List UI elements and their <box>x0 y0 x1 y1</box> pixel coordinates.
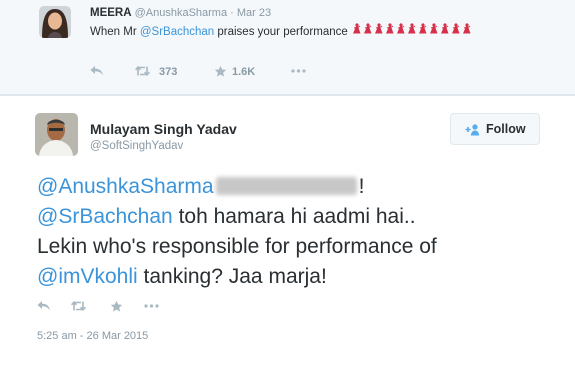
main-tweet-actions <box>37 300 237 316</box>
reply-icon[interactable] <box>37 300 51 315</box>
parent-tweet-header: MEERA @AnushkaSharma · Mar 23 <box>90 7 271 19</box>
dancer-emoji-icon <box>407 23 416 40</box>
timestamp[interactable]: 5:25 am - 26 Mar 2015 <box>37 330 148 342</box>
follow-button[interactable]: Follow <box>450 113 540 145</box>
text-segment: Lekin who's responsible for performance … <box>37 235 437 258</box>
author-name[interactable]: Mulayam Singh Yadav <box>90 121 237 137</box>
favorite-count: 1.6K <box>232 66 256 78</box>
blurred-text <box>215 177 357 195</box>
follow-label: Follow <box>486 122 526 136</box>
mulayam-avatar[interactable] <box>35 113 78 156</box>
mention-link[interactable]: @imVkohli <box>37 265 138 288</box>
more-icon[interactable] <box>143 300 160 315</box>
parent-tweet: MEERA @AnushkaSharma · Mar 23 When Mr @S… <box>0 0 575 95</box>
parent-tweet-text: When Mr @SrBachchan praises your perform… <box>90 23 560 40</box>
star-icon[interactable] <box>110 300 123 316</box>
reply-icon[interactable] <box>90 65 104 80</box>
emoji-row <box>351 23 472 40</box>
dancer-emoji-icon <box>385 23 394 40</box>
retweet-icon[interactable] <box>70 300 87 315</box>
author-handle[interactable]: @SoftSinghYadav <box>90 140 183 152</box>
separator: · <box>230 7 234 19</box>
text-segment: tanking? Jaa marja! <box>137 265 327 288</box>
author-name[interactable]: MEERA <box>90 7 132 19</box>
meera-avatar[interactable] <box>39 6 71 38</box>
dancer-emoji-icon <box>418 23 427 40</box>
dancer-emoji-icon <box>440 23 449 40</box>
mention-link[interactable]: @SrBachchan <box>37 205 173 228</box>
add-user-icon <box>464 123 480 136</box>
author-handle[interactable]: @AnushkaSharma <box>135 7 228 19</box>
dancer-emoji-icon <box>352 23 361 40</box>
dancer-emoji-icon <box>462 23 471 40</box>
mention-link[interactable]: @AnushkaSharma <box>37 175 214 198</box>
text-segment: praises your performance <box>214 26 348 38</box>
dancer-emoji-icon <box>429 23 438 40</box>
divider <box>0 95 575 96</box>
dancer-emoji-icon <box>451 23 460 40</box>
retweet-count: 373 <box>159 66 178 78</box>
parent-tweet-actions: 373 1.6K <box>90 65 390 81</box>
star-icon[interactable] <box>214 65 227 81</box>
text-segment: toh hamara hi aadmi hai.. <box>172 205 416 228</box>
retweet-icon[interactable] <box>134 65 151 80</box>
more-icon[interactable] <box>290 65 307 80</box>
dancer-emoji-icon <box>374 23 383 40</box>
dancer-emoji-icon <box>363 23 372 40</box>
tweet-date[interactable]: Mar 23 <box>237 7 271 19</box>
text-segment: ! <box>358 175 365 198</box>
mention-link[interactable]: @SrBachchan <box>140 26 214 38</box>
main-tweet-text: @AnushkaSharma! @SrBachchan toh hamara h… <box>37 172 562 292</box>
dancer-emoji-icon <box>396 23 405 40</box>
text-segment: When Mr <box>90 26 140 38</box>
